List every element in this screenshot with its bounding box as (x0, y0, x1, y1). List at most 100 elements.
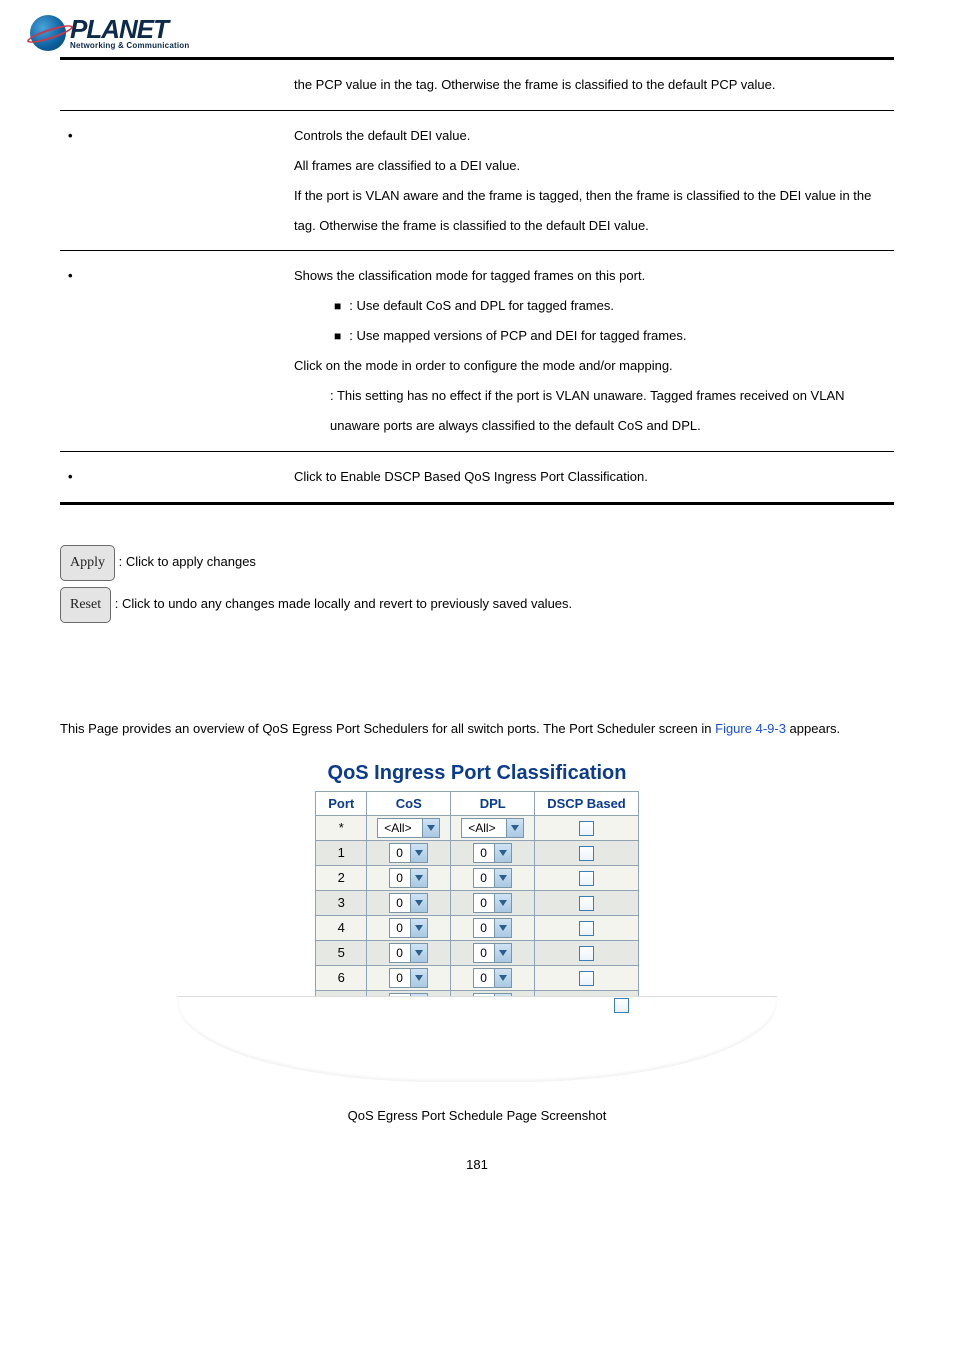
screenshot-area: QoS Ingress Port Classification PortCoSD… (60, 762, 894, 1082)
table-row: Shows the classification mode for tagged… (60, 251, 894, 451)
select-value: 0 (390, 971, 410, 985)
qos-dscp-cell (535, 890, 639, 915)
chevron-down-icon (410, 944, 427, 962)
qos-row: 4 0 0 (316, 915, 639, 940)
select-dropdown[interactable]: 0 (389, 943, 428, 963)
page-curl-mask (217, 1002, 737, 1082)
dscp-checkbox[interactable] (579, 946, 594, 961)
section-title (60, 683, 894, 700)
dscp-checkbox-truncated[interactable] (614, 998, 629, 1013)
select-dropdown[interactable]: 0 (389, 868, 428, 888)
table-row: Controls the default DEI value.All frame… (60, 110, 894, 251)
row-desc-cell: Click to Enable DSCP Based QoS Ingress P… (286, 451, 894, 503)
parameters-table: the PCP value in the tag. Otherwise the … (60, 60, 894, 505)
select-value: 0 (390, 846, 410, 860)
select-dropdown[interactable]: <All> (377, 818, 440, 838)
row-label-cell (60, 60, 286, 110)
apply-button[interactable]: Apply (60, 545, 115, 581)
select-value: 0 (390, 896, 410, 910)
select-dropdown[interactable]: 0 (473, 868, 512, 888)
qos-row: 100 (316, 840, 639, 865)
select-dropdown[interactable]: 0 (473, 943, 512, 963)
qos-port-cell: 5 (316, 940, 367, 965)
row-desc-cell: Controls the default DEI value.All frame… (286, 110, 894, 251)
qos-row: 2 0 0 (316, 865, 639, 890)
chevron-down-icon (494, 844, 511, 862)
page-number: 181 (60, 1157, 894, 1172)
qos-dscp-cell (535, 940, 639, 965)
qos-cos-cell: 0 (367, 940, 451, 965)
qos-dpl-cell: 0 (451, 865, 535, 890)
qos-dscp-cell (535, 815, 639, 840)
dscp-checkbox[interactable] (579, 846, 594, 861)
dscp-checkbox[interactable] (579, 896, 594, 911)
select-value: 0 (390, 871, 410, 885)
figure-link[interactable]: Figure 4-9-3 (715, 721, 786, 736)
qos-port-cell: 6 (316, 965, 367, 990)
chevron-down-icon (494, 969, 511, 987)
brand-logo: PLANET Networking & Communication (30, 15, 894, 51)
chevron-down-icon (410, 869, 427, 887)
sub-item: : Use mapped versions of PCP and DEI for… (294, 321, 886, 351)
intro-before: This Page provides an overview of QoS Eg… (60, 721, 715, 736)
qos-row: 5 0 0 (316, 940, 639, 965)
qos-dpl-cell: <All> (451, 815, 535, 840)
qos-port-cell: 2 (316, 865, 367, 890)
reset-button[interactable]: Reset (60, 587, 111, 623)
dscp-checkbox[interactable] (579, 971, 594, 986)
select-dropdown[interactable]: 0 (389, 843, 428, 863)
qos-cos-cell: 0 (367, 840, 451, 865)
select-dropdown[interactable]: <All> (461, 818, 524, 838)
bullet-icon (68, 128, 85, 143)
select-value: <All> (378, 821, 422, 835)
select-value: 0 (390, 946, 410, 960)
row-desc-cell: Shows the classification mode for tagged… (286, 251, 894, 451)
qos-port-cell: 3 (316, 890, 367, 915)
qos-port-cell: 4 (316, 915, 367, 940)
bullet-icon (68, 268, 85, 283)
chevron-down-icon (422, 819, 439, 837)
apply-desc: : Click to apply changes (119, 554, 256, 569)
select-dropdown[interactable]: 0 (389, 893, 428, 913)
select-dropdown[interactable]: 0 (389, 918, 428, 938)
qos-cos-cell: <All> (367, 815, 451, 840)
dscp-checkbox[interactable] (579, 871, 594, 886)
logo-brand: PLANET (70, 16, 189, 42)
globe-icon (30, 15, 66, 51)
buttons-descriptions: Apply : Click to apply changes Reset : C… (60, 545, 894, 623)
select-dropdown[interactable]: 0 (473, 918, 512, 938)
select-value: 0 (474, 946, 494, 960)
select-dropdown[interactable]: 0 (389, 968, 428, 988)
qos-dpl-cell: 0 (451, 940, 535, 965)
qos-dscp-cell (535, 915, 639, 940)
qos-column-header: DSCP Based (535, 791, 639, 815)
select-dropdown[interactable]: 0 (473, 893, 512, 913)
select-value: 0 (474, 971, 494, 985)
chevron-down-icon (494, 869, 511, 887)
qos-cos-cell: 0 (367, 865, 451, 890)
chevron-down-icon (494, 894, 511, 912)
intro-after: appears. (786, 721, 840, 736)
qos-column-header: CoS (367, 791, 451, 815)
qos-cos-cell: 0 (367, 890, 451, 915)
qos-port-cell: * (316, 815, 367, 840)
screenshot-title: QoS Ingress Port Classification (60, 762, 894, 785)
row-desc-cell: the PCP value in the tag. Otherwise the … (286, 60, 894, 110)
chevron-down-icon (506, 819, 523, 837)
table-row: the PCP value in the tag. Otherwise the … (60, 60, 894, 110)
dscp-checkbox[interactable] (579, 921, 594, 936)
sub-item: : Use default CoS and DPL for tagged fra… (294, 291, 886, 321)
select-dropdown[interactable]: 0 (473, 968, 512, 988)
select-dropdown[interactable]: 0 (473, 843, 512, 863)
figure-caption: QoS Egress Port Schedule Page Screenshot (60, 1108, 894, 1123)
qos-dpl-cell: 0 (451, 890, 535, 915)
table-row: Click to Enable DSCP Based QoS Ingress P… (60, 451, 894, 503)
qos-row: * <All> <All> (316, 815, 639, 840)
chevron-down-icon (410, 969, 427, 987)
qos-column-header: DPL (451, 791, 535, 815)
qos-dscp-cell (535, 840, 639, 865)
qos-cos-cell: 0 (367, 915, 451, 940)
dscp-checkbox[interactable] (579, 821, 594, 836)
qos-cos-cell: 0 (367, 965, 451, 990)
qos-row: 3 0 0 (316, 890, 639, 915)
